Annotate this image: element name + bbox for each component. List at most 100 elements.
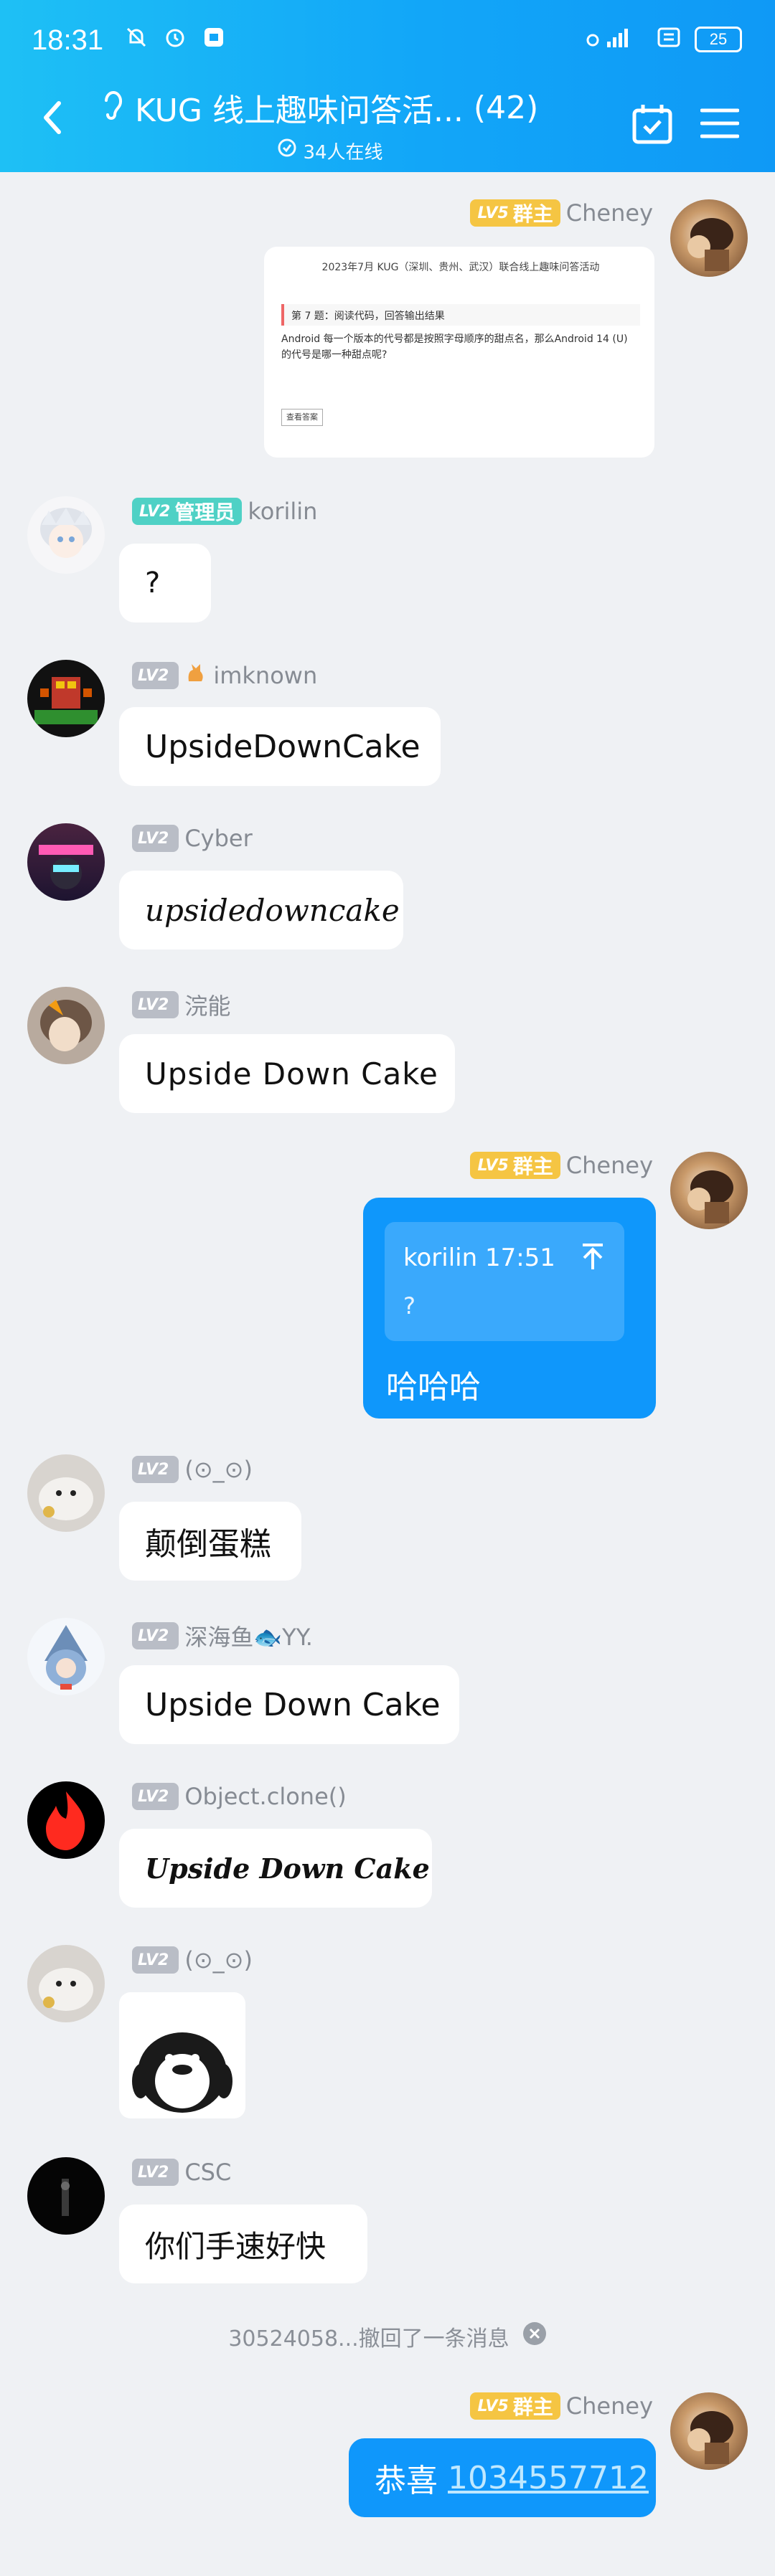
image-card[interactable]: 2023年7月 KUG（深圳、贵州、武汉）联合线上趣味问答活动 第 7 题：阅读…: [264, 247, 654, 458]
avatar-seal[interactable]: [27, 1945, 105, 2022]
signal-icon: [586, 26, 643, 53]
card-question-title: 第 7 题：阅读代码，回答输出结果: [281, 304, 640, 326]
avatar-imknown[interactable]: [27, 660, 105, 737]
avatar-cheney[interactable]: [670, 1152, 748, 1229]
message-text: ?: [145, 567, 161, 600]
message-bubble[interactable]: 你们手速好快: [119, 2205, 367, 2283]
level-badge: LV2: [132, 825, 179, 852]
sender-name[interactable]: Object.clone(): [184, 1783, 346, 1810]
recall-notice: 30524058...撤回了一条消息: [0, 2321, 775, 2352]
sender-name[interactable]: Cheney: [566, 199, 653, 227]
calendar-button[interactable]: [630, 102, 675, 146]
message-bubble[interactable]: Upside Down Cake: [119, 1665, 459, 1744]
chat-title: KUG 线上趣味问答活... (42): [100, 85, 560, 131]
level-badge: LV2: [132, 991, 179, 1018]
message-text: 恭喜: [375, 2463, 448, 2499]
card-title: 2023年7月 KUG（深圳、贵州、武汉）联合线上趣味问答活动: [321, 262, 600, 273]
sender-row: LV2 CSC: [132, 2159, 231, 2186]
sticker-image[interactable]: [119, 1992, 245, 2118]
chat-title-area[interactable]: KUG 线上趣味问答活... (42) 34人在线: [100, 85, 560, 164]
sender-name[interactable]: (⊙_⊙): [184, 1946, 253, 1974]
message-text: 哈哈哈: [386, 1369, 481, 1406]
sender-row: LV5 群主 Cheney: [470, 2392, 653, 2420]
battery-indicator: 25: [695, 27, 742, 52]
sender-row: LV2 (⊙_⊙): [132, 1456, 253, 1483]
status-time: 18:31: [32, 24, 104, 56]
sender-name[interactable]: korilin: [248, 498, 317, 525]
group-name: KUG 线上趣味问答活...: [135, 93, 464, 129]
owner-badge: LV5 群主: [470, 1152, 560, 1179]
message-bubble[interactable]: 恭喜 1034557712: [349, 2438, 656, 2517]
cat-icon: [184, 661, 207, 690]
avatar-cheney[interactable]: [670, 199, 748, 277]
message-bubble[interactable]: Upside Down Cake: [119, 1034, 455, 1113]
quote-author: korilin 17:51: [403, 1244, 555, 1272]
message-text: upsidedowncake: [145, 892, 400, 928]
sender-row: LV2 管理员 korilin: [132, 498, 317, 525]
level-badge: LV2: [132, 662, 179, 689]
card-question-body: Android 每一个版本的代号都是按照字母顺序的甜点名，那么Android 1…: [281, 333, 628, 361]
card-answer-button: 查看答案: [281, 409, 323, 426]
sender-name[interactable]: CSC: [184, 2159, 231, 2186]
level-badge: LV2: [132, 1456, 179, 1483]
menu-button[interactable]: [700, 106, 740, 141]
avatar-csc[interactable]: [27, 2157, 105, 2235]
avatar-korilin[interactable]: [27, 496, 105, 574]
sender-name[interactable]: Cyber: [184, 825, 252, 852]
owner-badge: LV5 群主: [470, 2392, 560, 2420]
avatar-cheney[interactable]: [670, 2392, 748, 2470]
sender-row: LV2 Cyber: [132, 825, 253, 852]
reply-message-bubble[interactable]: korilin 17:51 ? 哈哈哈: [363, 1198, 656, 1419]
sender-row: LV5 群主 Cheney: [470, 1152, 653, 1179]
message-bubble[interactable]: 颠倒蛋糕: [119, 1502, 301, 1581]
status-right: 25: [586, 26, 742, 53]
member-count: (42): [473, 89, 539, 126]
online-status: 34人在线: [100, 138, 560, 164]
message-text: Upside Down Cake: [145, 1852, 430, 1885]
jump-to-top-icon[interactable]: [578, 1242, 607, 1274]
avatar-huanneng[interactable]: [27, 987, 105, 1064]
sender-name[interactable]: Cheney: [566, 1152, 653, 1179]
level-badge: LV2: [132, 1622, 179, 1649]
alarm-clock-icon: [162, 24, 188, 50]
message-bubble[interactable]: upsidedowncake: [119, 871, 403, 950]
sender-row: LV5 群主 Cheney: [470, 199, 653, 227]
message-bubble[interactable]: UpsideDownCake: [119, 707, 441, 786]
sender-row: LV2 深海鱼🐟YY.: [132, 1619, 313, 1652]
level-badge: LV2: [132, 1783, 179, 1810]
recall-text: 30524058...撤回了一条消息: [228, 2326, 509, 2352]
message-text: Upside Down Cake: [145, 1056, 438, 1092]
message-bubble[interactable]: Upside Down Cake: [119, 1829, 432, 1908]
avatar-shark[interactable]: [27, 1618, 105, 1695]
sender-name[interactable]: 浣能: [184, 988, 230, 1021]
app-notification-icon: [201, 24, 227, 50]
message-text: UpsideDownCake: [145, 728, 421, 765]
owner-badge: LV5 群主: [470, 199, 560, 227]
sender-name[interactable]: imknown: [213, 662, 317, 689]
avatar-seal[interactable]: [27, 1454, 105, 1532]
sender-row: LV2 Object.clone(): [132, 1783, 347, 1810]
penguin-sticker-icon: [132, 2032, 232, 2113]
wifi-icon: [656, 26, 682, 53]
back-button[interactable]: [32, 96, 75, 139]
avatar-cyber[interactable]: [27, 823, 105, 901]
online-count: 34人在线: [303, 142, 383, 164]
quoted-message[interactable]: korilin 17:51 ?: [385, 1222, 624, 1341]
close-icon[interactable]: [522, 2321, 547, 2352]
status-icons: [123, 24, 227, 50]
sender-name[interactable]: (⊙_⊙): [184, 1456, 253, 1483]
ear-icon: [100, 87, 125, 128]
chat-header: 18:31 25 KUG 线上趣味问答活... (42) 34人在线: [0, 0, 775, 172]
sender-row: LV2 imknown: [132, 661, 317, 690]
message-text: 你们手速好快: [145, 2228, 327, 2264]
level-badge: LV2: [132, 1946, 179, 1974]
avatar-flame[interactable]: [27, 1781, 105, 1859]
mention-link[interactable]: 1034557712: [448, 2460, 649, 2496]
sender-name[interactable]: 深海鱼🐟YY.: [184, 1619, 313, 1652]
admin-badge: LV2 管理员: [132, 498, 243, 525]
sender-row: LV2 (⊙_⊙): [132, 1946, 253, 1974]
sender-name[interactable]: Cheney: [566, 2392, 653, 2420]
sender-row: LV2 浣能: [132, 988, 230, 1021]
mute-bell-icon: [123, 24, 149, 50]
message-bubble[interactable]: ?: [119, 544, 211, 622]
